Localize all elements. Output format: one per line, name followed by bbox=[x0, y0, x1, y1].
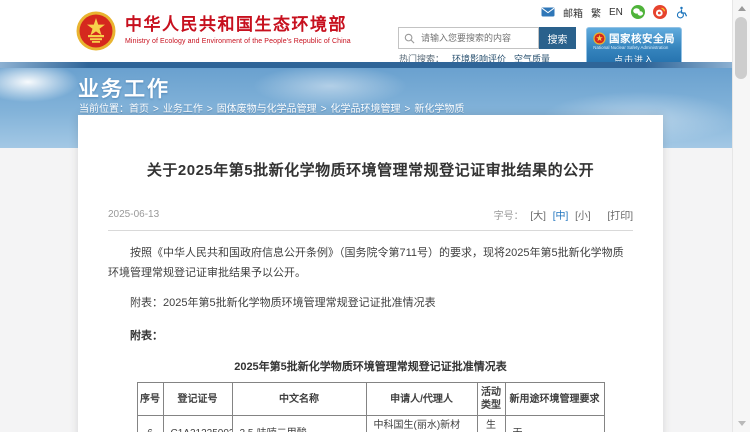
cell-activity-type: 生产 bbox=[477, 416, 505, 432]
article: 关于2025年第5批新化学物质环境管理常规登记证审批结果的公开 2025-06-… bbox=[78, 115, 663, 432]
mail-icon[interactable] bbox=[541, 7, 555, 17]
section-title: 业务工作 bbox=[78, 73, 170, 103]
vertical-scrollbar[interactable] bbox=[732, 0, 750, 432]
mail-link[interactable]: 邮箱 bbox=[563, 5, 583, 20]
breadcrumb-chemical-mgmt[interactable]: 化学品环境管理 bbox=[331, 104, 401, 115]
scrollbar-thumb[interactable] bbox=[735, 17, 747, 79]
weibo-icon[interactable] bbox=[653, 5, 667, 19]
breadcrumb-new-chemical[interactable]: 新化学物质 bbox=[414, 104, 464, 115]
cell-applicant: 中科国生(丽水)新材料科技有限公司 bbox=[366, 416, 477, 432]
search-button[interactable]: 搜索 bbox=[539, 27, 576, 49]
site-brand[interactable]: 中华人民共和国生态环境部 Ministry of Ecology and Env… bbox=[76, 11, 351, 51]
search-input[interactable] bbox=[419, 32, 523, 44]
search-row: 搜索 bbox=[398, 27, 576, 49]
font-size-medium[interactable]: [中] bbox=[553, 211, 569, 222]
breadcrumb-home[interactable]: 首页 bbox=[129, 104, 149, 115]
article-paragraph: 按照《中华人民共和国政府信息公开条例》（国务院令第711号）的要求，现将2025… bbox=[108, 243, 633, 283]
breadcrumb-separator: > bbox=[405, 104, 411, 115]
font-size-controls: 字号： [大] [中] [小] [打印] bbox=[490, 207, 633, 222]
breadcrumb-label: 当前位置： bbox=[79, 104, 129, 115]
search-box[interactable] bbox=[398, 27, 539, 49]
site-header: 中华人民共和国生态环境部 Ministry of Ecology and Env… bbox=[0, 0, 733, 62]
page: 中华人民共和国生态环境部 Ministry of Ecology and Env… bbox=[0, 0, 750, 432]
site-subtitle: Ministry of Ecology and Environment of t… bbox=[125, 38, 351, 45]
col-activity-type: 活动类型 bbox=[477, 383, 505, 416]
cell-cert-no: C1A212250032 bbox=[163, 416, 232, 432]
table-row: 6 C1A212250032 2,5-呋喃二甲酸 中科国生(丽水)新材料科技有限… bbox=[137, 416, 604, 432]
article-meta: 2025-06-13 字号： [大] [中] [小] [打印] bbox=[108, 207, 633, 222]
nnsa-top: 国家核安全局 bbox=[587, 28, 681, 46]
site-title: 中华人民共和国生态环境部 bbox=[125, 14, 351, 36]
print-button[interactable]: [打印] bbox=[607, 211, 633, 222]
breadcrumb-solid-waste[interactable]: 固体废物与化学品管理 bbox=[217, 104, 317, 115]
attachment-line: 附表：2025年第5批新化学物质环境管理常规登记证批准情况表 bbox=[108, 294, 633, 310]
content-card: 关于2025年第5批新化学物质环境管理常规登记证审批结果的公开 2025-06-… bbox=[78, 115, 663, 432]
font-size-small[interactable]: [小] bbox=[575, 211, 591, 222]
article-title: 关于2025年第5批新化学物质环境管理常规登记证审批结果的公开 bbox=[108, 159, 633, 180]
cell-serial: 6 bbox=[137, 416, 163, 432]
breadcrumb-separator: > bbox=[321, 104, 327, 115]
breadcrumb-business[interactable]: 业务工作 bbox=[163, 104, 203, 115]
site-title-block: 中华人民共和国生态环境部 Ministry of Ecology and Env… bbox=[125, 11, 351, 45]
table-header-row: 序号 登记证号 中文名称 申请人/代理人 活动类型 新用途环境管理要求 bbox=[137, 383, 604, 416]
col-new-use-req: 新用途环境管理要求 bbox=[505, 383, 604, 416]
topbar: 邮箱 繁 EN bbox=[541, 4, 688, 20]
meta-divider bbox=[108, 230, 633, 231]
col-cert-no: 登记证号 bbox=[163, 383, 232, 416]
attachment-label: 附表： bbox=[108, 327, 633, 343]
accessibility-icon[interactable] bbox=[675, 6, 688, 19]
col-chinese-name: 中文名称 bbox=[232, 383, 366, 416]
col-serial: 序号 bbox=[137, 383, 163, 416]
national-emblem-icon bbox=[76, 11, 116, 51]
approval-table-title: 2025年第5批新化学物质环境管理常规登记证批准情况表 bbox=[108, 358, 633, 374]
traditional-chinese-link[interactable]: 繁 bbox=[591, 5, 601, 20]
scroll-up-arrow-icon[interactable] bbox=[738, 6, 746, 11]
breadcrumb-separator: > bbox=[207, 104, 213, 115]
nnsa-subtitle: National Nuclear Safety Administration bbox=[593, 45, 645, 50]
approval-table: 序号 登记证号 中文名称 申请人/代理人 活动类型 新用途环境管理要求 6 C1… bbox=[137, 382, 605, 432]
cell-chinese-name: 2,5-呋喃二甲酸 bbox=[232, 416, 366, 432]
nnsa-emblem-icon bbox=[593, 32, 606, 45]
font-size-large[interactable]: [大] bbox=[530, 211, 546, 222]
cell-new-use-req: 无 bbox=[505, 416, 604, 432]
nnsa-entry-button[interactable]: 国家核安全局 National Nuclear Safety Administr… bbox=[586, 27, 682, 66]
col-applicant: 申请人/代理人 bbox=[366, 383, 477, 416]
english-link[interactable]: EN bbox=[609, 7, 623, 18]
nnsa-title: 国家核安全局 bbox=[609, 31, 675, 46]
publish-date: 2025-06-13 bbox=[108, 209, 159, 220]
wechat-icon[interactable] bbox=[631, 5, 645, 19]
breadcrumb: 当前位置：首页>业务工作>固体废物与化学品管理>化学品环境管理>新化学物质 bbox=[79, 100, 464, 115]
scroll-down-arrow-icon[interactable] bbox=[738, 421, 746, 426]
search-icon bbox=[404, 33, 415, 44]
breadcrumb-separator: > bbox=[153, 104, 159, 115]
font-size-label: 字号： bbox=[494, 211, 524, 222]
